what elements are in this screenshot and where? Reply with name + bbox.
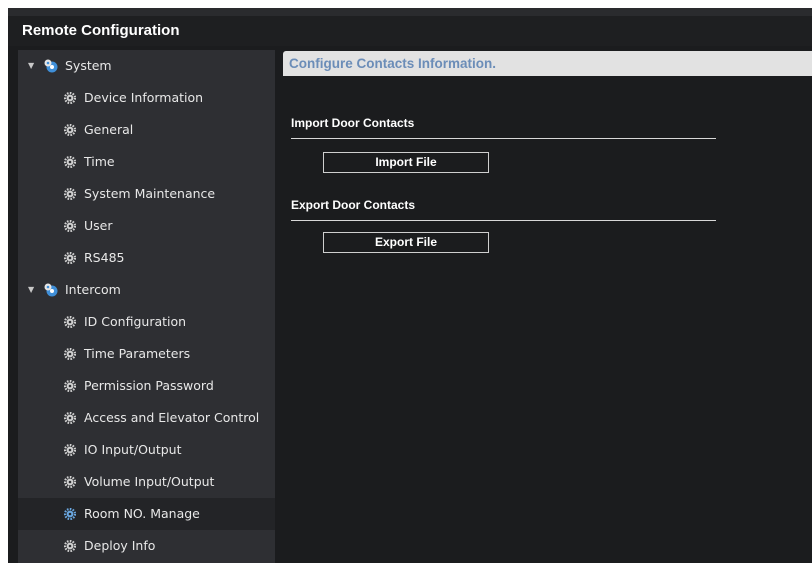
sidebar-item-general[interactable]: General xyxy=(18,114,275,146)
gear-icon xyxy=(64,252,76,264)
sidebar-item-label: System Maintenance xyxy=(84,186,216,201)
sidebar-item-label: Access and Elevator Control xyxy=(84,410,260,425)
sidebar-item-label: Permission Password xyxy=(84,378,214,393)
window-titlebar xyxy=(8,8,812,16)
sidebar-item-time-parameters[interactable]: Time Parameters xyxy=(18,338,275,370)
sidebar-item-label: IO Input/Output xyxy=(84,442,182,457)
sidebar-item-label: Deploy Info xyxy=(84,538,156,553)
gear-icon xyxy=(64,540,76,552)
remote-configuration-window: Remote Configuration ▼ System Device Inf… xyxy=(8,8,812,563)
gear-cluster-icon xyxy=(44,59,58,73)
sidebar-item-label: RS485 xyxy=(84,250,125,265)
sidebar-item-label: User xyxy=(84,218,113,233)
sidebar-item-label: General xyxy=(84,122,134,137)
export-file-button[interactable]: Export File xyxy=(323,232,489,253)
sidebar-item-volume-input-output[interactable]: Volume Input/Output xyxy=(18,466,275,498)
tree-group-system[interactable]: ▼ System xyxy=(18,50,275,82)
import-section-divider xyxy=(291,138,716,139)
triangle-down-icon[interactable]: ▼ xyxy=(28,274,34,306)
sidebar-item-id-configuration[interactable]: ID Configuration xyxy=(18,306,275,338)
import-file-button[interactable]: Import File xyxy=(323,152,489,173)
sidebar-item-deploy-info[interactable]: Deploy Info xyxy=(18,530,275,562)
gear-icon xyxy=(64,156,76,168)
gear-icon xyxy=(64,124,76,136)
gear-icon xyxy=(64,412,76,424)
sidebar-item-rs485[interactable]: RS485 xyxy=(18,242,275,274)
tree-group-label: Intercom xyxy=(65,282,121,297)
sidebar-item-permission-password[interactable]: Permission Password xyxy=(18,370,275,402)
gear-icon xyxy=(64,92,76,104)
import-section-title: Import Door Contacts xyxy=(291,116,415,130)
sidebar-item-io-input-output[interactable]: IO Input/Output xyxy=(18,434,275,466)
gear-icon xyxy=(64,444,76,456)
gear-icon xyxy=(64,476,76,488)
export-section-title: Export Door Contacts xyxy=(291,198,416,212)
sidebar-item-label: Room NO. Manage xyxy=(84,506,200,521)
sidebar-item-access-and-elevator-control[interactable]: Access and Elevator Control xyxy=(18,402,275,434)
sidebar-item-user[interactable]: User xyxy=(18,210,275,242)
gear-icon xyxy=(64,508,76,520)
sidebar-item-device-information[interactable]: Device Information xyxy=(18,82,275,114)
gear-icon xyxy=(64,380,76,392)
sidebar-item-label: Time xyxy=(84,154,115,169)
sidebar-item-room-no-manage[interactable]: Room NO. Manage xyxy=(18,498,275,530)
content-panel: Configure Contacts Information. Import D… xyxy=(275,50,812,563)
tree-group-label: System xyxy=(65,58,112,73)
sidebar-item-system-maintenance[interactable]: System Maintenance xyxy=(18,178,275,210)
gear-icon xyxy=(64,188,76,200)
gear-icon xyxy=(64,316,76,328)
sidebar-item-time[interactable]: Time xyxy=(18,146,275,178)
sidebar-item-label: Device Information xyxy=(84,90,204,105)
sidebar-tree: ▼ System Device Information General Time… xyxy=(18,50,275,563)
gear-icon xyxy=(64,220,76,232)
triangle-down-icon[interactable]: ▼ xyxy=(28,50,34,82)
sidebar-item-label: ID Configuration xyxy=(84,314,187,329)
gear-icon xyxy=(64,348,76,360)
export-section-divider xyxy=(291,220,716,221)
page-title: Configure Contacts Information. xyxy=(283,51,812,76)
sidebar-item-label: Volume Input/Output xyxy=(84,474,215,489)
gear-cluster-icon xyxy=(44,283,58,297)
sidebar-item-label: Time Parameters xyxy=(84,346,191,361)
tree-group-intercom[interactable]: ▼ Intercom xyxy=(18,274,275,306)
window-title: Remote Configuration xyxy=(8,16,812,46)
